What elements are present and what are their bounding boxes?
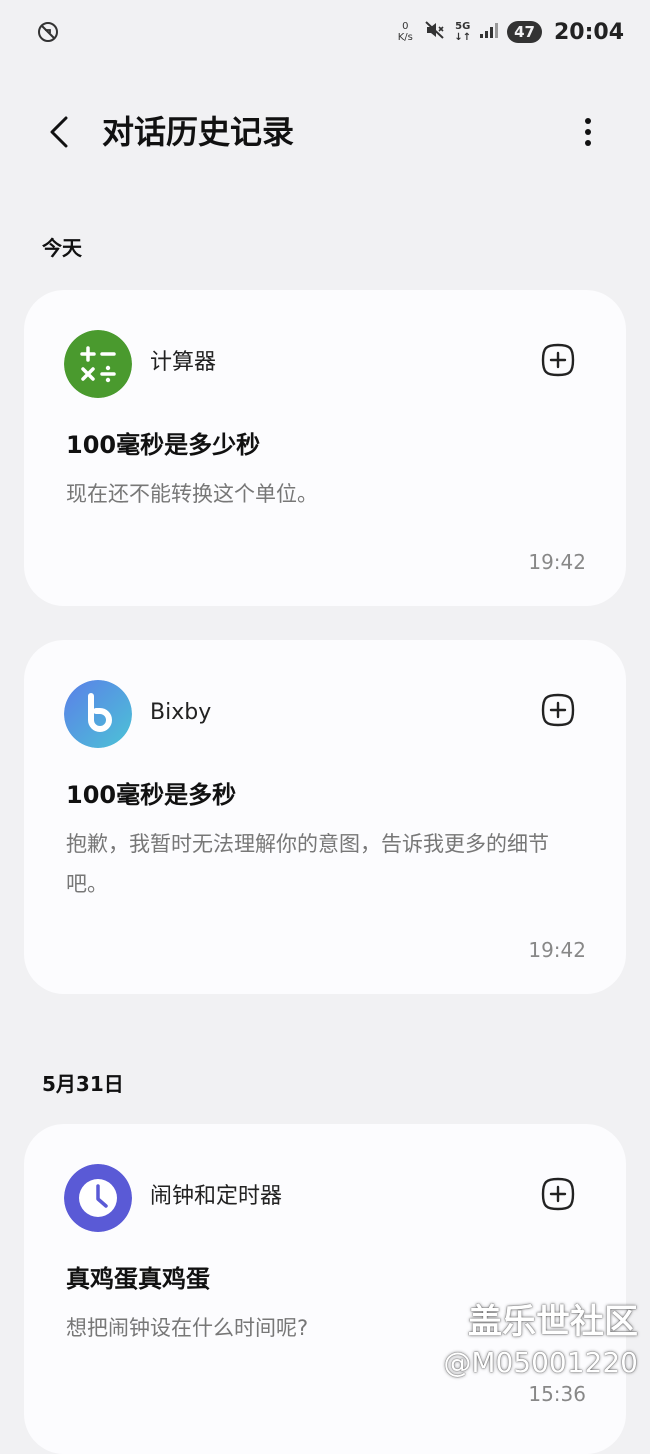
app-name: 闹钟和定时器 [150, 1184, 283, 1209]
timestamp: 19:42 [528, 938, 586, 962]
query-text: 100毫秒是多少秒 [66, 431, 261, 459]
app-name: Bixby [150, 700, 212, 725]
app-name: 计算器 [150, 350, 217, 375]
query-text: 真鸡蛋真鸡蛋 [66, 1265, 210, 1293]
timestamp: 15:36 [528, 1382, 586, 1406]
conversation-card[interactable]: 闹钟和定时器 真鸡蛋真鸡蛋 想把闹钟设在什么时间呢? 15:36 [24, 1124, 626, 1454]
calculator-icon [64, 330, 132, 398]
app-bar: 对话历史记录 [0, 96, 650, 176]
query-text: 100毫秒是多秒 [66, 781, 237, 809]
watermark-user: @M05001220 [443, 1346, 638, 1379]
no-sync-icon [36, 20, 60, 44]
add-square-icon [541, 693, 575, 727]
add-square-icon [541, 1177, 575, 1211]
status-time: 20:04 [553, 19, 624, 45]
status-bar: 0 K/s 5G ↓↑ 47 20:04 [0, 0, 650, 64]
reply-text: 现在还不能转换这个单位。 [66, 482, 318, 506]
signal-icon [479, 21, 499, 43]
mute-icon [424, 19, 446, 45]
conversation-card[interactable]: Bixby 100毫秒是多秒 抱歉，我暂时无法理解你的意图，告诉我更多的细节吧。… [24, 640, 626, 994]
bixby-icon [64, 680, 132, 748]
battery-indicator: 47 [507, 21, 542, 43]
reply-text: 抱歉，我暂时无法理解你的意图，告诉我更多的细节吧。 [66, 832, 549, 896]
network-5g-icon: 5G ↓↑ [454, 21, 472, 43]
net-speed: 0 K/s [397, 21, 413, 43]
add-shortcut-button[interactable] [538, 340, 578, 380]
section-label-may-31: 5月31日 [42, 1072, 124, 1096]
back-button[interactable] [38, 110, 82, 154]
add-square-icon [541, 343, 575, 377]
alarm-clock-icon [64, 1164, 132, 1232]
timestamp: 19:42 [528, 550, 586, 574]
add-shortcut-button[interactable] [538, 1174, 578, 1214]
watermark-title: 盖乐世社区 [468, 1302, 638, 1342]
page-title: 对话历史记录 [102, 113, 295, 151]
chevron-left-icon [50, 116, 68, 148]
more-vertical-icon [585, 118, 591, 146]
watermark: 盖乐世社区 @M05001220 [443, 1300, 638, 1382]
add-shortcut-button[interactable] [538, 690, 578, 730]
more-options-button[interactable] [568, 110, 608, 154]
conversation-card[interactable]: 计算器 100毫秒是多少秒 现在还不能转换这个单位。 19:42 [24, 290, 626, 606]
section-label-today: 今天 [42, 236, 82, 260]
